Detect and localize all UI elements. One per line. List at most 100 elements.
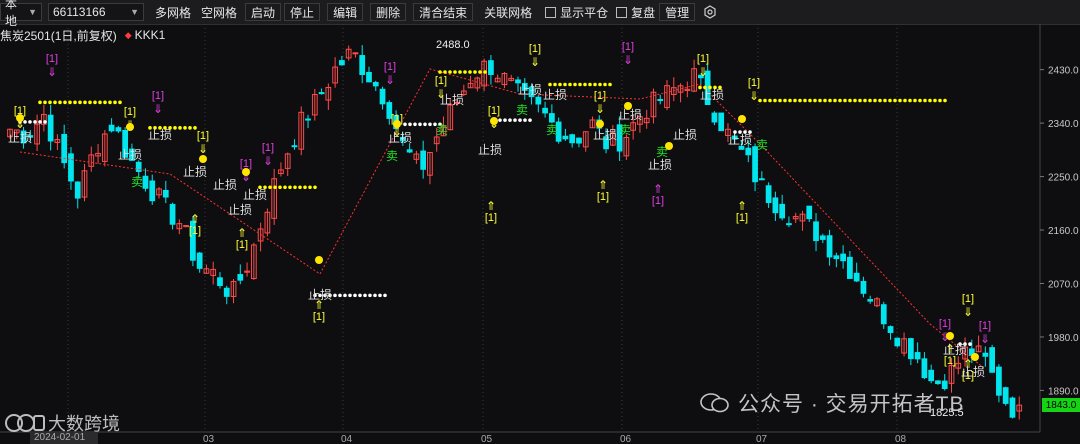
- signal-label: [1]: [962, 293, 974, 305]
- level-dot: [548, 82, 552, 87]
- signal-label: [1]: [46, 53, 58, 65]
- level-dot: [588, 82, 592, 87]
- level-dot: [458, 70, 462, 74]
- account-select[interactable]: 本地 ▼: [0, 0, 42, 28]
- clear-end-button[interactable]: 清合结束: [413, 3, 474, 21]
- start-button[interactable]: 启动: [245, 3, 282, 21]
- level-dot: [763, 98, 767, 103]
- x-tick-label: 05: [481, 434, 493, 444]
- level-dot: [798, 98, 802, 103]
- level-dot: [933, 98, 937, 103]
- level-dot: [373, 293, 377, 298]
- wechat-icon: [700, 393, 729, 413]
- chevron-down-icon: ▼: [28, 7, 37, 17]
- level-dot: [33, 120, 37, 124]
- candle-body: [359, 55, 366, 76]
- signal-marker: [738, 115, 746, 123]
- level-dot: [558, 82, 562, 87]
- candle-body: [406, 149, 413, 153]
- candle-body: [813, 221, 819, 242]
- candle-body: [907, 338, 914, 360]
- candle-body: [535, 96, 542, 105]
- y-tick-label: 2340.0: [1048, 119, 1079, 130]
- chevron-down-icon: ▼: [130, 7, 139, 17]
- signal-label: [1]: [979, 320, 991, 332]
- candle-body: [47, 114, 54, 142]
- level-dot: [73, 100, 77, 105]
- show-close-checkbox[interactable]: 显示平仓: [545, 4, 608, 21]
- level-dot: [363, 293, 367, 298]
- price-chart[interactable]: 2430.0 2340.0 2250.0 2160.0 2070.0 1980.0 1890…: [0, 24, 1080, 444]
- candle-body: [786, 223, 792, 226]
- candle-body: [833, 255, 840, 260]
- level-dot: [83, 100, 87, 105]
- candle-body: [542, 107, 548, 114]
- level-dot: [313, 185, 317, 190]
- account-id-select[interactable]: 66113166 ▼: [48, 3, 144, 21]
- level-dot: [813, 98, 817, 103]
- settings-icon[interactable]: [701, 3, 719, 21]
- stop-loss-label: 止损: [478, 143, 502, 157]
- level-dot: [523, 118, 527, 122]
- short-grid-button[interactable]: 空网格: [196, 3, 242, 21]
- candle-body: [826, 235, 833, 258]
- stop-loss-label: 止损: [440, 93, 464, 107]
- stop-loss-label: 止损: [673, 128, 697, 142]
- signal-label: [1]: [736, 212, 748, 224]
- sell-label: 卖: [619, 123, 631, 137]
- level-dot: [108, 100, 112, 105]
- level-dot: [873, 98, 877, 103]
- level-dot: [508, 118, 512, 122]
- delete-button[interactable]: 删除: [370, 3, 407, 21]
- stop-button[interactable]: 停止: [284, 3, 321, 21]
- candle-body: [887, 326, 894, 333]
- level-dot: [778, 98, 782, 103]
- manage-button[interactable]: 管理: [659, 3, 696, 21]
- level-dot: [408, 122, 412, 127]
- level-dot: [333, 293, 337, 298]
- signal-marker: [971, 353, 979, 361]
- x-tick-label: 06: [620, 434, 632, 444]
- long-grid-button[interactable]: 多网格: [150, 3, 196, 21]
- level-dot: [968, 342, 972, 346]
- review-checkbox[interactable]: 复盘: [616, 4, 655, 21]
- candle-body: [779, 203, 786, 219]
- level-dot: [93, 100, 97, 105]
- candle-body: [765, 185, 772, 204]
- level-dot: [833, 98, 837, 103]
- y-tick-label: 2430.0: [1048, 66, 1079, 77]
- linked-grid-button[interactable]: 关联网格: [479, 3, 537, 21]
- level-dot: [38, 120, 42, 124]
- candle-body: [142, 175, 149, 189]
- candle-body: [758, 178, 765, 181]
- candle-body: [711, 112, 718, 123]
- signal-marker: [624, 102, 632, 110]
- level-dot: [838, 98, 842, 103]
- sell-label: 卖: [546, 123, 558, 137]
- level-dot: [353, 293, 357, 298]
- signal-marker: [199, 155, 207, 163]
- account-id-value: 66113166: [53, 5, 106, 19]
- arrow-down-icon: ⇓: [595, 102, 605, 116]
- stop-loss-label: 止损: [543, 88, 567, 102]
- y-tick-label: 2160.0: [1048, 226, 1079, 237]
- level-dot: [903, 98, 907, 103]
- level-dot: [298, 185, 302, 190]
- signal-label: [1]: [435, 75, 447, 87]
- arrow-down-icon: ⇓: [698, 65, 708, 79]
- level-dot: [783, 98, 787, 103]
- level-dot: [63, 100, 67, 105]
- level-dot: [888, 98, 892, 103]
- high-price-label: 2488.0: [436, 39, 470, 51]
- arrow-down-icon: ⇓: [263, 154, 273, 168]
- sell-label: 卖: [131, 175, 143, 189]
- signal-label: [1]: [197, 130, 209, 142]
- level-dot: [818, 98, 822, 103]
- edit-button[interactable]: 编辑: [327, 3, 364, 21]
- arrow-down-icon: ⇓: [623, 53, 633, 67]
- signal-marker: [393, 120, 401, 128]
- level-dot: [88, 100, 92, 105]
- arrow-down-icon: ⇓: [749, 89, 759, 103]
- sell-label: 卖: [756, 138, 768, 152]
- level-dot: [593, 82, 597, 87]
